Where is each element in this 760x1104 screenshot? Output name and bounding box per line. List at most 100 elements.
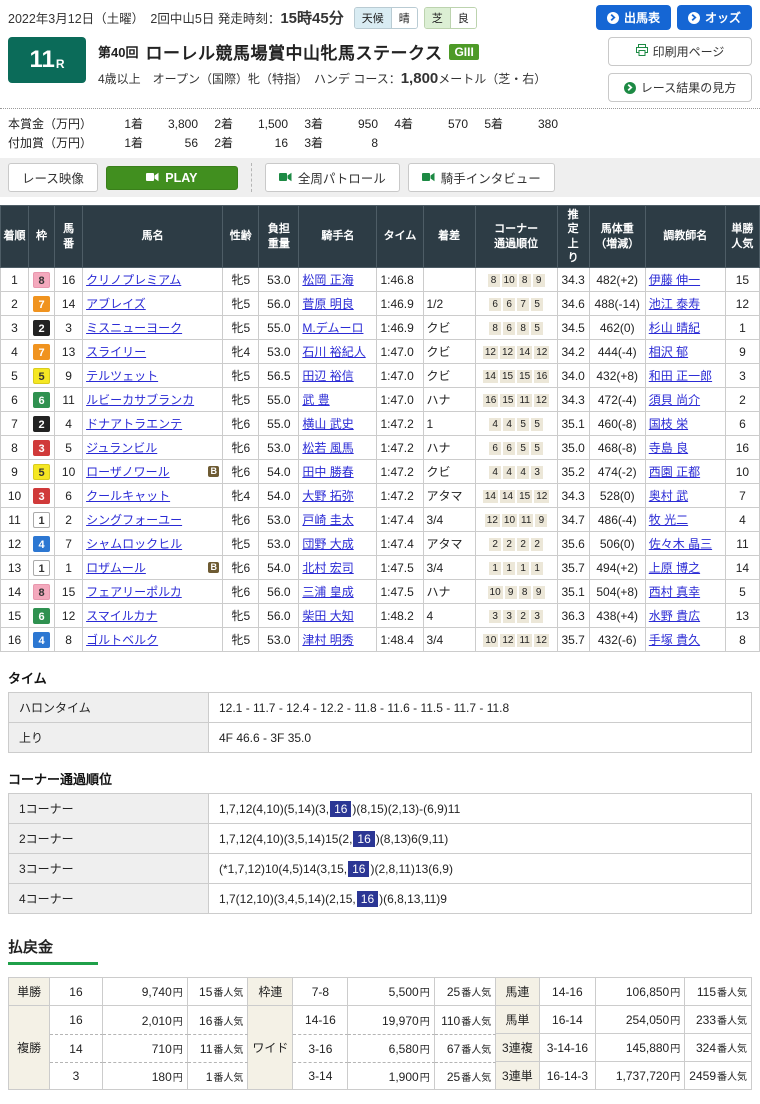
horse-name-link[interactable]: クールキャット (86, 489, 170, 503)
trainer-link[interactable]: 手塚 貴久 (649, 633, 700, 647)
horse-name-link[interactable]: シャムロックヒル (86, 537, 182, 551)
jockey-link[interactable]: 三浦 皇成 (302, 585, 353, 599)
horse-name-link[interactable]: フェアリーポルカ (86, 585, 182, 599)
trainer-link[interactable]: 寺島 良 (649, 441, 688, 455)
corner-positions-cell: 1111 (474, 555, 558, 581)
horse-name-link[interactable]: アブレイズ (86, 297, 146, 311)
track-label: 芝 (424, 7, 450, 28)
results-header-row: 着順枠馬番馬名 性齢 負担 重量 騎手名 タイム 着差 コーナー 通過順位推定上り馬体重 （増減）… (0, 204, 760, 269)
jockey-link[interactable]: 武 豊 (302, 393, 329, 407)
jockey-link[interactable]: 団野 大成 (302, 537, 353, 551)
jockey-link[interactable]: 石川 裕紀人 (302, 345, 365, 359)
jockey-cell: 戸崎 圭太 (298, 507, 378, 533)
payout-amount: 254,050円 (596, 1006, 686, 1035)
corner-positions-cell: 2222 (474, 531, 558, 557)
results-row: 8 3 5 ジュランビル 牝6 53.0 松若 風馬 1:47.2 ハナ 6 6 5 5 35.0 468(… (0, 435, 760, 461)
jockey-cell: 大野 拓弥 (298, 483, 378, 509)
patrol-video-button[interactable]: 全周パトロール (264, 163, 400, 192)
jockey-cell: 武 豊 (298, 387, 378, 413)
order-cell: 13 (0, 555, 30, 581)
agari-cell: 34.6 (556, 291, 590, 317)
corner-position: 10 (501, 514, 518, 528)
jockey-link[interactable]: 田中 勝春 (302, 465, 353, 479)
corner-position: 1 (489, 562, 502, 576)
agari-cell: 35.2 (556, 459, 590, 485)
print-page-button[interactable]: 印刷用ページ (608, 37, 752, 66)
results-column-header: コーナー 通過順位 (474, 204, 558, 269)
horse-name-link[interactable]: ジュランビル (86, 441, 157, 455)
jockey-link[interactable]: 津村 明秀 (302, 633, 353, 647)
jockey-interview-button[interactable]: 騎手インタビュー (407, 163, 555, 192)
jockey-link[interactable]: 田辺 裕信 (302, 369, 353, 383)
horse-name-link[interactable]: ミスニューヨーク (86, 321, 182, 335)
payout-popularity: 11番人気 (187, 1034, 249, 1063)
how-to-read-results-button[interactable]: レース結果の見方 (608, 73, 752, 102)
trainer-link[interactable]: 須貝 尚介 (649, 393, 700, 407)
horse-name-cell: ゴルトベルク (82, 627, 224, 653)
pop-cell: 10 (724, 459, 760, 485)
jockey-cell: 柴田 大知 (298, 603, 378, 629)
trainer-link[interactable]: 池江 泰寿 (649, 297, 700, 311)
race-video-button[interactable]: レース映像 (8, 163, 98, 192)
trainer-link[interactable]: 杉山 晴紀 (649, 321, 700, 335)
payout-combination: 3-14-16 (539, 1034, 597, 1063)
num-cell: 2 (54, 507, 84, 533)
trainer-link[interactable]: 上原 博之 (649, 561, 700, 575)
horse-name-link[interactable]: シングフォーユー (86, 513, 182, 527)
play-button[interactable]: PLAY (105, 165, 238, 190)
jockey-link[interactable]: M.デムーロ (302, 321, 363, 335)
horse-name-cell: テルツェット (82, 363, 224, 389)
horse-name-cell: ローザノワール B (82, 459, 224, 485)
prize-row: 付加賞（万円） 1着 56 2着 16 3着 8 (8, 133, 558, 152)
horse-name-link[interactable]: スマイルカナ (86, 609, 157, 623)
corner-position: 8 (489, 322, 502, 336)
trainer-link[interactable]: 相沢 郁 (649, 345, 688, 359)
horse-name-link[interactable]: ルビーカサブランカ (86, 393, 194, 407)
trainer-link[interactable]: 佐々木 晶三 (649, 537, 712, 551)
frame-cell: 5 (28, 363, 56, 389)
trainer-link[interactable]: 伊藤 伸一 (649, 273, 700, 287)
horse-name-link[interactable]: ローザノワール (86, 465, 170, 479)
furlong-time-row: ハロンタイム 12.1 - 11.7 - 12.4 - 12.2 - 11.8 … (8, 692, 752, 724)
pop-cell: 9 (724, 339, 760, 365)
weight-cell: 56.0 (258, 603, 300, 629)
race-card-button[interactable]: 出馬表 (595, 5, 671, 30)
horse-name-link[interactable]: クリノプレミアム (86, 273, 181, 287)
corner-positions-cell: 6655 (474, 435, 558, 461)
corner-position: 5 (531, 298, 544, 312)
jockey-link[interactable]: 松岡 正海 (302, 273, 353, 287)
jockey-link[interactable]: 大野 拓弥 (302, 489, 353, 503)
trainer-link[interactable]: 奥村 武 (649, 489, 688, 503)
prize-rank: 4着 (394, 117, 413, 131)
trainer-link[interactable]: 西村 真幸 (649, 585, 700, 599)
jockey-link[interactable]: 柴田 大知 (302, 609, 353, 623)
trainer-link[interactable]: 水野 貴広 (649, 609, 700, 623)
race-info: 第40回 ローレル競馬場賞中山牝馬ステークス GIII 4歳以上 オープン（国際… (98, 37, 596, 87)
arrow-circle-icon (623, 81, 636, 94)
trainer-link[interactable]: 国枝 栄 (649, 417, 688, 431)
jockey-link[interactable]: 松若 風馬 (302, 441, 353, 455)
corner-position: 8 (518, 274, 531, 288)
jockey-link[interactable]: 戸崎 圭太 (302, 513, 353, 527)
horse-name-link[interactable]: ロザムール (86, 561, 146, 575)
odds-button[interactable]: オッズ (676, 5, 752, 30)
frame-badge: 1 (33, 511, 51, 528)
jockey-link[interactable]: 菅原 明良 (302, 297, 353, 311)
jockey-link[interactable]: 北村 宏司 (302, 561, 353, 575)
num-cell: 7 (54, 531, 84, 557)
horse-name-link[interactable]: ドナアトラエンテ (86, 417, 182, 431)
corner-positions-cell: 4443 (474, 459, 558, 485)
weight-cell: 56.5 (258, 363, 300, 389)
horse-name-link[interactable]: ゴルトベルク (86, 633, 158, 647)
jockey-cell: M.デムーロ (298, 315, 378, 341)
trainer-link[interactable]: 西園 正都 (649, 465, 700, 479)
horse-name-link[interactable]: テルツェット (86, 369, 158, 383)
trainer-link[interactable]: 和田 正一郎 (649, 369, 712, 383)
weight-cell: 55.0 (258, 315, 300, 341)
corner-position: 12 (533, 394, 549, 408)
sexage-cell: 牝6 (222, 579, 260, 605)
jockey-link[interactable]: 横山 武史 (302, 417, 353, 431)
trainer-link[interactable]: 牧 光二 (649, 513, 688, 527)
weight-cell: 56.0 (258, 291, 300, 317)
horse-name-link[interactable]: スライリー (86, 345, 146, 359)
